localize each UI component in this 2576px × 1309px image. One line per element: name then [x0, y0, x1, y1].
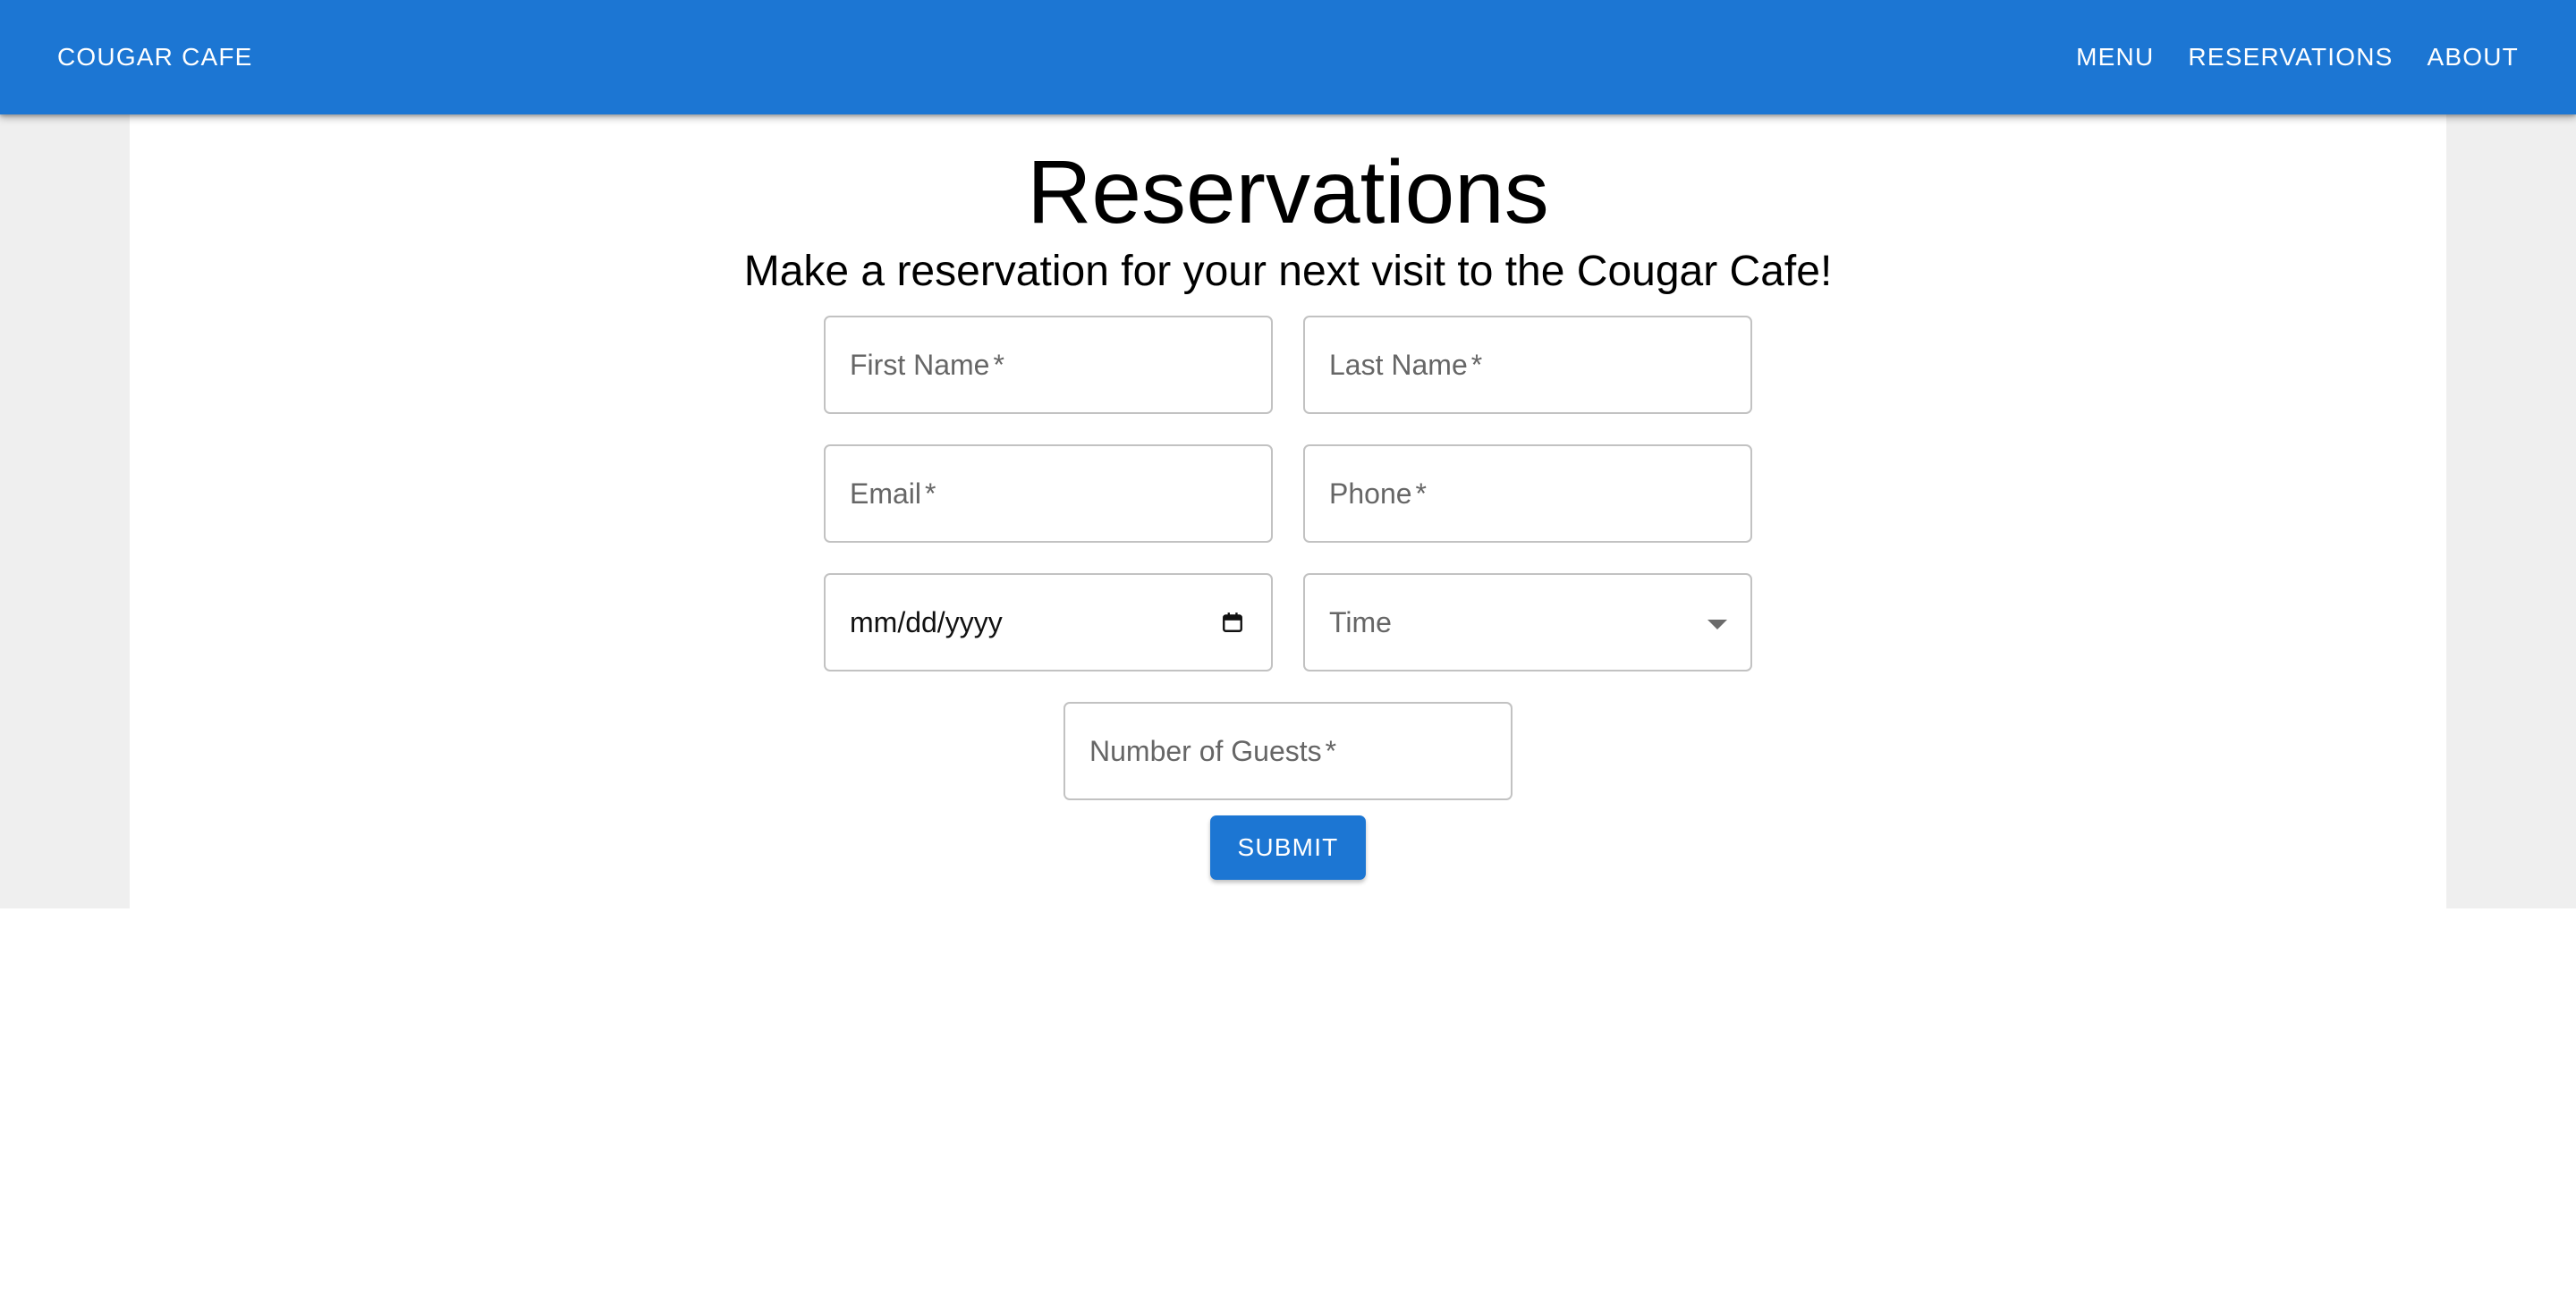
- last-name-placeholder: Last Name *: [1329, 349, 1483, 381]
- time-select[interactable]: Time: [1303, 573, 1752, 671]
- nav-menu-link[interactable]: MENU: [2076, 43, 2154, 72]
- phone-placeholder: Phone *: [1329, 477, 1427, 510]
- guests-placeholder: Number of Guests *: [1089, 735, 1337, 767]
- submit-button[interactable]: SUBMIT: [1210, 815, 1366, 880]
- calendar-icon[interactable]: [1221, 611, 1244, 634]
- email-placeholder: Email *: [850, 477, 936, 510]
- nav-reservations-link[interactable]: RESERVATIONS: [2188, 43, 2393, 72]
- email-field[interactable]: Email *: [824, 444, 1273, 543]
- time-placeholder: Time: [1329, 606, 1392, 638]
- main-nav: MENU RESERVATIONS ABOUT: [2076, 0, 2519, 114]
- first-name-field[interactable]: First Name *: [824, 316, 1273, 414]
- page-subtitle: Make a reservation for your next visit t…: [743, 248, 1833, 295]
- brand-logo-text[interactable]: COUGAR CAFE: [57, 0, 253, 114]
- page-title: Reservations: [1027, 142, 1549, 242]
- chevron-down-icon: [1707, 620, 1727, 629]
- last-name-field[interactable]: Last Name *: [1303, 316, 1752, 414]
- nav-about-link[interactable]: ABOUT: [2428, 43, 2519, 72]
- phone-field[interactable]: Phone *: [1303, 444, 1752, 543]
- first-name-placeholder: First Name *: [850, 349, 1004, 381]
- app-bar: COUGAR CAFE MENU RESERVATIONS ABOUT: [0, 0, 2576, 114]
- date-field[interactable]: mm/dd/yyyy: [824, 573, 1273, 671]
- date-placeholder: mm/dd/yyyy: [850, 606, 1003, 638]
- guests-field[interactable]: Number of Guests *: [1063, 702, 1513, 800]
